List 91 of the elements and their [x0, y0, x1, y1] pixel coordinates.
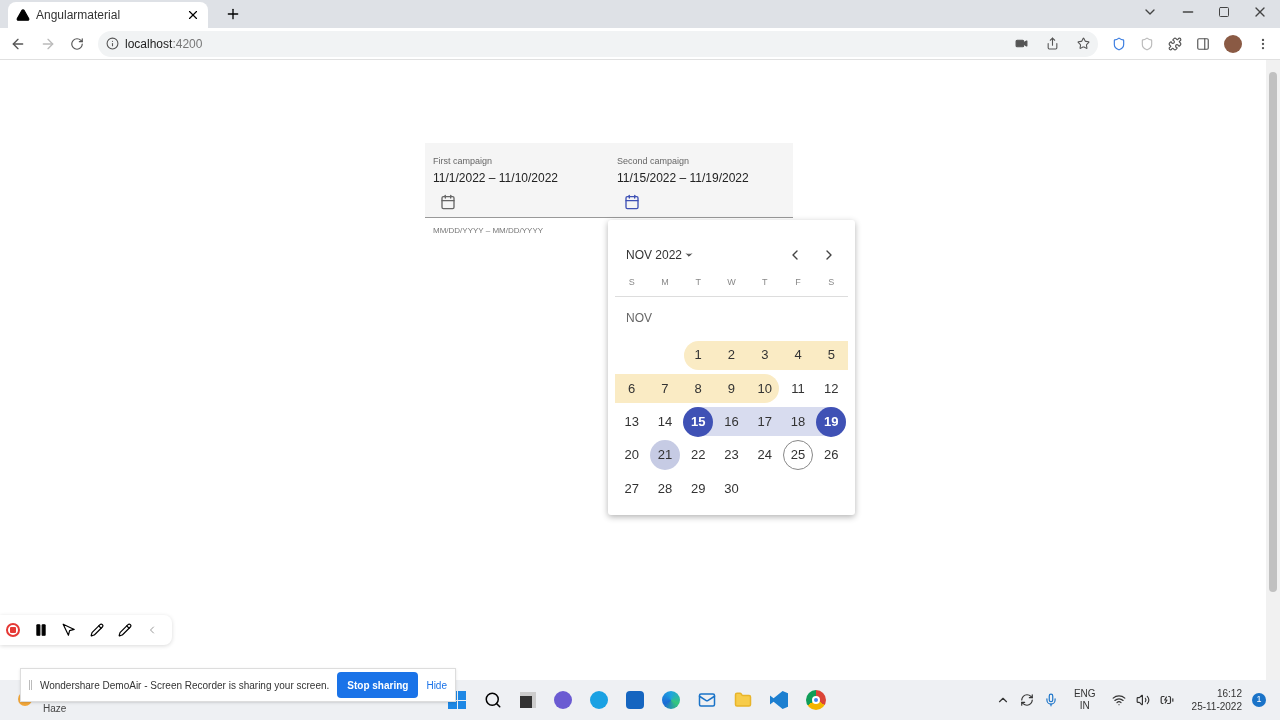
calendar-day[interactable]: 3	[749, 340, 780, 371]
field-value: 11/1/2022 – 11/10/2022	[433, 169, 559, 187]
mail-icon[interactable]	[698, 691, 716, 709]
field-label: First campaign	[433, 155, 494, 168]
sharing-message: Wondershare DemoAir - Screen Recorder is sharing your screen.	[39, 678, 330, 693]
record-icon[interactable]	[6, 623, 20, 637]
calendar-day[interactable]: 27	[616, 473, 647, 504]
code-editor-icon[interactable]	[770, 691, 788, 709]
calendar-day[interactable]: 6	[616, 373, 647, 404]
weekday-header: T	[694, 276, 702, 289]
calendar-icon[interactable]	[440, 193, 456, 210]
calendar-day[interactable]: 30	[716, 473, 747, 504]
calendar-day[interactable]: 11	[783, 373, 814, 404]
calendar-day[interactable]: 29	[683, 473, 714, 504]
field-label: Second campaign	[617, 155, 691, 168]
search-icon[interactable]	[484, 691, 502, 709]
calendar-day[interactable]: 17	[749, 406, 780, 437]
chrome-icon[interactable]	[806, 690, 826, 710]
task-view-icon[interactable]	[520, 692, 536, 708]
new-tab-icon[interactable]	[225, 6, 241, 22]
store-icon[interactable]	[626, 691, 644, 709]
chat-icon[interactable]	[554, 691, 572, 709]
stop-sharing-button[interactable]: Stop sharing	[337, 672, 419, 698]
tab-title: Angularmaterial	[36, 7, 122, 24]
share-icon[interactable]	[1046, 37, 1059, 50]
skype-icon[interactable]	[590, 691, 608, 709]
calendar-day[interactable]: 5	[816, 340, 847, 371]
calendar-day[interactable]: 12	[816, 373, 847, 404]
format-hint: MM/DD/YYYY – MM/DD/YYYY	[433, 225, 544, 237]
edge-icon[interactable]	[662, 691, 680, 709]
extensions-icon[interactable]	[1168, 36, 1182, 51]
clock-date: 25-11-2022	[1191, 700, 1242, 713]
camera-icon[interactable]	[1015, 37, 1028, 50]
reload-icon[interactable]	[70, 36, 84, 51]
weekday-header: M	[660, 276, 670, 289]
calendar-day[interactable]: 22	[683, 440, 714, 471]
extension-icon[interactable]	[1112, 36, 1126, 51]
calendar-day[interactable]: 28	[649, 473, 680, 504]
language-indicator[interactable]: ENG IN	[1073, 688, 1096, 712]
pointer-icon[interactable]	[62, 623, 76, 637]
calendar-day[interactable]: 16	[716, 406, 747, 437]
info-icon	[106, 37, 119, 50]
calendar-day[interactable]: 20	[616, 440, 647, 471]
star-icon[interactable]	[1077, 37, 1090, 50]
pause-icon[interactable]	[34, 623, 48, 637]
month-label: NOV	[626, 309, 652, 327]
calendar-icon[interactable]	[624, 193, 640, 210]
calendar-day[interactable]: 15	[683, 406, 714, 437]
browser-tab[interactable]: Angularmaterial	[8, 2, 208, 28]
calendar-day[interactable]: 2	[716, 340, 747, 371]
calendar-day[interactable]: 4	[783, 340, 814, 371]
calendar-day[interactable]: 18	[783, 406, 814, 437]
weekday-header: W	[726, 276, 737, 289]
calendar-day[interactable]: 10	[749, 373, 780, 404]
close-icon[interactable]	[186, 8, 200, 22]
address-bar[interactable]: localhost:4200	[98, 30, 1098, 57]
maximize-icon[interactable]	[1218, 6, 1230, 18]
period-button[interactable]: NOV 2022	[626, 246, 695, 264]
calendar-day[interactable]: 24	[749, 440, 780, 471]
weekday-header: S	[827, 276, 836, 289]
calendar-day[interactable]: 19	[816, 406, 847, 437]
sync-icon[interactable]	[1019, 693, 1034, 707]
calendar-day[interactable]: 1	[683, 340, 714, 371]
weekday-header: S	[627, 276, 636, 289]
weekday-header: F	[794, 276, 802, 289]
scrollbar-thumb[interactable]	[1269, 72, 1277, 592]
volume-icon[interactable]	[1135, 693, 1150, 707]
calendar-day[interactable]: 14	[649, 406, 680, 437]
notification-badge[interactable]: 1	[1252, 693, 1266, 707]
caret-icon	[684, 250, 695, 260]
weather-text: Haze	[43, 702, 67, 716]
wifi-icon[interactable]	[1111, 693, 1126, 707]
date-range-field[interactable]: First campaign 11/1/2022 – 11/10/2022	[425, 143, 609, 217]
calendar-day[interactable]: 26	[816, 440, 847, 471]
date-range-field[interactable]: Second campaign 11/15/2022 – 11/19/2022	[609, 143, 793, 217]
calendar-day[interactable]: 8	[683, 373, 714, 404]
battery-icon[interactable]	[1159, 693, 1174, 707]
hide-link[interactable]: Hide	[426, 677, 447, 693]
weekday-header: T	[761, 276, 769, 289]
field-value: 11/15/2022 – 11/19/2022	[617, 169, 750, 187]
calendar-day[interactable]: 7	[649, 373, 680, 404]
microphone-icon[interactable]	[1043, 693, 1058, 707]
pen-icon[interactable]	[90, 623, 104, 637]
calendar-day[interactable]: 9	[716, 373, 747, 404]
calendar-day[interactable]: 21	[649, 440, 680, 471]
side-panel-icon[interactable]	[1196, 36, 1210, 51]
calendar-day[interactable]: 23	[716, 440, 747, 471]
calendar-day[interactable]: 13	[616, 406, 647, 437]
clock-time: 16:12	[1216, 687, 1242, 700]
url-text: localhost:4200	[125, 35, 203, 53]
profile-avatar[interactable]	[1224, 34, 1242, 53]
